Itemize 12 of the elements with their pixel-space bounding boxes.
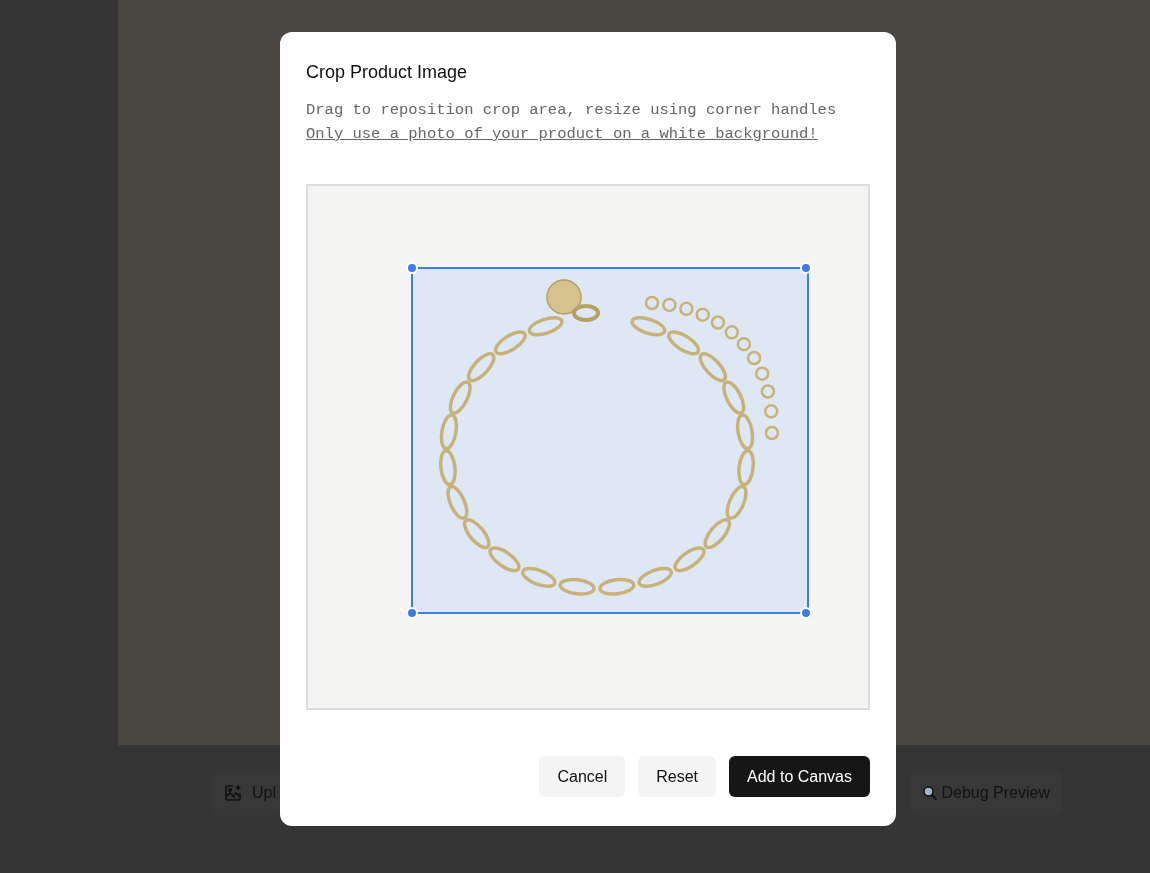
warning-text: Only use a photo of your product on a white background! — [306, 124, 819, 145]
secondary-button[interactable]: Cancel — [539, 756, 626, 797]
crop-handle[interactable] — [406, 262, 418, 274]
crop-handle[interactable] — [800, 262, 812, 274]
secondary-button[interactable]: Reset — [638, 756, 717, 797]
instructions-text: Drag to reposition crop area, resize using corner handles — [306, 100, 838, 121]
crop-handle[interactable] — [406, 607, 418, 619]
image-add-icon — [224, 784, 242, 802]
add-to-canvas-button[interactable]: Add to Canvas — [729, 756, 870, 797]
crop-handle[interactable] — [800, 607, 812, 619]
dialog-title: Crop Product Image — [306, 61, 469, 84]
search-icon — [921, 785, 938, 801]
